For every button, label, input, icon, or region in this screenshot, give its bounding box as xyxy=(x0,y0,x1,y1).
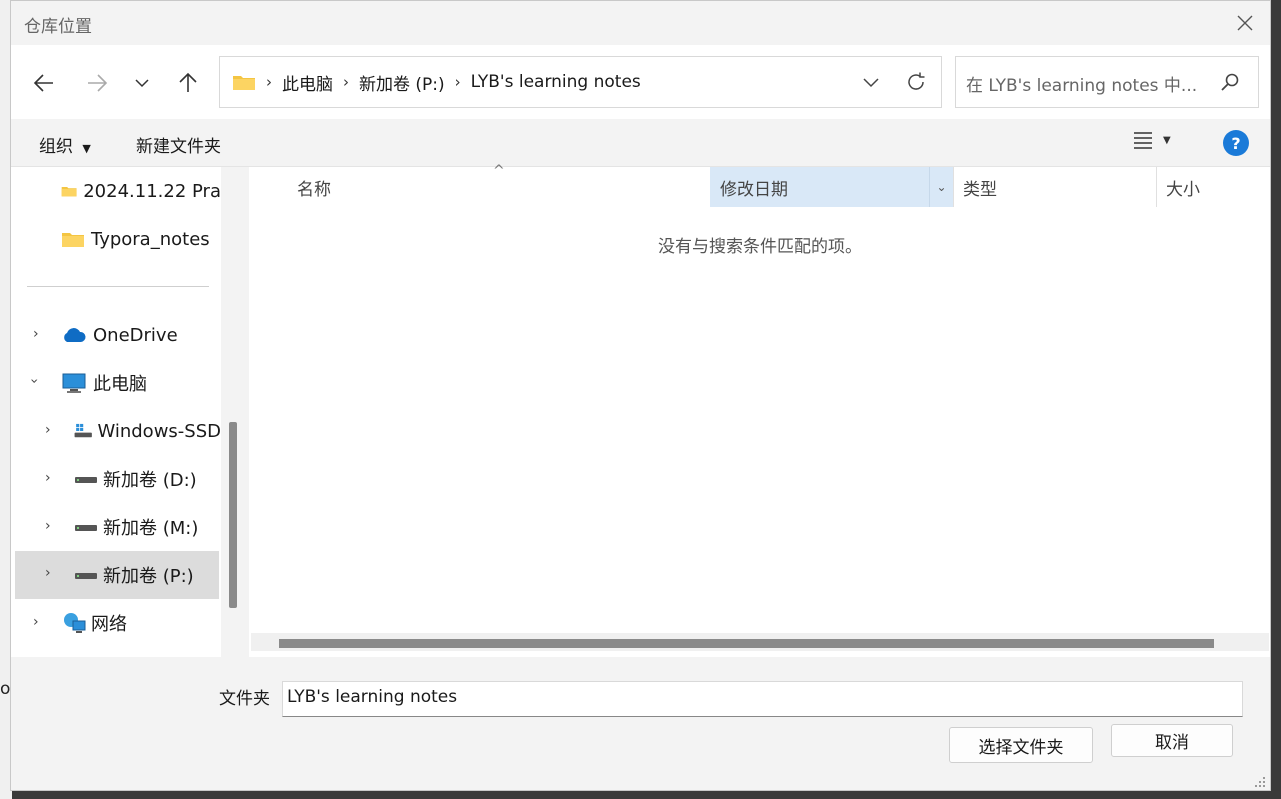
sidebar-item-label: 新加卷 (P:) xyxy=(103,566,194,587)
sidebar-item-label: 网络 xyxy=(91,614,127,635)
arrow-up-icon xyxy=(179,72,197,92)
breadcrumb-current-folder[interactable]: LYB's learning notes xyxy=(471,72,641,92)
address-bar[interactable]: › 此电脑 › 新加卷 (P:) › LYB's learning notes xyxy=(219,56,942,108)
windows-drive-icon xyxy=(74,423,92,438)
organize-menu[interactable]: 组织 ▼ xyxy=(39,132,91,157)
sort-ascending-icon: ^ xyxy=(493,163,505,179)
drive-icon xyxy=(75,573,97,579)
back-button[interactable] xyxy=(26,65,62,101)
background-text: o xyxy=(0,679,11,699)
select-folder-button[interactable]: 选择文件夹 xyxy=(949,727,1093,763)
computer-icon xyxy=(62,373,86,393)
sidebar-item-label: 新加卷 (M:) xyxy=(103,518,199,539)
sidebar-item-label: Typora_notes xyxy=(91,228,210,250)
forward-button[interactable] xyxy=(79,65,115,101)
expand-chevron-icon[interactable]: › xyxy=(45,565,51,581)
search-input[interactable]: 在 LYB's learning notes 中... xyxy=(966,71,1197,96)
file-list-scrollbar[interactable] xyxy=(251,633,1269,651)
column-header-size[interactable]: 大小 xyxy=(1157,167,1270,207)
sidebar-item-this-pc[interactable]: 此电脑 xyxy=(61,361,221,405)
close-button[interactable] xyxy=(1220,1,1270,45)
expand-chevron-icon[interactable]: › xyxy=(45,518,51,534)
expand-chevron-icon[interactable]: › xyxy=(33,326,39,342)
drive-icon xyxy=(75,525,97,531)
collapse-chevron-icon[interactable]: › xyxy=(26,378,42,384)
search-icon[interactable] xyxy=(1220,72,1240,92)
file-list-scrollbar-thumb[interactable] xyxy=(279,639,1214,648)
column-header-label: 名称 xyxy=(297,179,331,200)
folder-name-input[interactable]: LYB's learning notes xyxy=(282,681,1243,717)
expand-chevron-icon[interactable]: › xyxy=(33,614,39,630)
sidebar-item-windows-ssd[interactable]: Windows-SSD xyxy=(73,409,221,453)
column-header-label: 修改日期 xyxy=(720,179,788,200)
search-box[interactable]: 在 LYB's learning notes 中... xyxy=(955,56,1259,108)
empty-state-message: 没有与搜索条件匹配的项。 xyxy=(658,237,862,257)
folder-icon xyxy=(61,186,77,197)
expand-chevron-icon[interactable]: › xyxy=(45,470,51,486)
file-list: 名称 ^ 修改日期 ⌄ 类型 大小 没有与搜索条件匹配的项。 xyxy=(249,163,1270,657)
breadcrumb-this-pc[interactable]: 此电脑 xyxy=(282,70,333,95)
sidebar-item-drive-m[interactable]: 新加卷 (M:) xyxy=(73,505,221,549)
drive-icon xyxy=(75,477,97,483)
breadcrumb-drive-p[interactable]: 新加卷 (P:) xyxy=(359,70,445,95)
cloud-icon xyxy=(64,328,86,342)
arrow-right-icon xyxy=(88,74,108,92)
close-icon xyxy=(1237,15,1253,31)
column-header-label: 类型 xyxy=(963,179,997,200)
sidebar-item-label: OneDrive xyxy=(93,324,178,346)
column-header-name[interactable]: 名称 xyxy=(249,167,709,207)
navigation-bar: › 此电脑 › 新加卷 (P:) › LYB's learning notes … xyxy=(11,45,1270,119)
address-history-dropdown[interactable] xyxy=(861,71,881,97)
sidebar-item-drive-d[interactable]: 新加卷 (D:) xyxy=(73,457,221,501)
new-folder-button[interactable]: 新建文件夹 xyxy=(136,132,221,157)
column-filter-chevron-icon[interactable]: ⌄ xyxy=(929,167,953,207)
sidebar-item-label: 新加卷 (D:) xyxy=(103,470,197,491)
sidebar-item-2024-11-22[interactable]: 2024.11.22 Pra xyxy=(61,169,221,213)
sidebar-item-label: 2024.11.22 Pra xyxy=(83,180,221,202)
sidebar-item-onedrive[interactable]: OneDrive xyxy=(61,313,221,357)
help-button[interactable]: ? xyxy=(1223,130,1249,156)
column-header-date-modified[interactable]: 修改日期 ⌄ xyxy=(710,167,953,207)
dialog-title: 仓库位置 xyxy=(24,17,92,37)
sidebar-item-label: Windows-SSD xyxy=(97,420,221,442)
refresh-icon xyxy=(908,72,925,90)
navigation-pane: 2024.11.22 Pra Typora_notes › OneDrive ›… xyxy=(11,167,221,657)
chevron-down-icon xyxy=(863,78,879,88)
sidebar-item-drive-p[interactable]: › 新加卷 (P:) xyxy=(15,551,219,599)
folder-icon xyxy=(62,233,84,247)
resize-grip-icon[interactable] xyxy=(1254,776,1266,788)
sidebar-item-label: 此电脑 xyxy=(93,374,147,395)
folder-picker-dialog: 仓库位置 › 此电脑 › 新加卷 (P:) › LYB's learning n… xyxy=(10,0,1271,791)
list-view-icon xyxy=(1134,132,1152,149)
organize-label: 组织 xyxy=(39,137,73,157)
sidebar-item-typora-notes[interactable]: Typora_notes xyxy=(61,217,221,261)
caret-down-icon: ▼ xyxy=(82,142,91,155)
sidebar-item-network[interactable]: 网络 xyxy=(61,601,221,645)
sidebar-scrollbar-thumb[interactable] xyxy=(229,422,237,608)
help-icon: ? xyxy=(1231,133,1241,153)
folder-field-label: 文件夹 xyxy=(219,689,270,709)
column-header-type[interactable]: 类型 xyxy=(954,167,1155,207)
cancel-button[interactable]: 取消 xyxy=(1111,724,1233,757)
arrow-left-icon xyxy=(33,74,53,92)
refresh-button[interactable] xyxy=(905,71,927,97)
expand-chevron-icon[interactable]: › xyxy=(45,422,51,438)
title-bar: 仓库位置 xyxy=(11,1,1270,45)
up-button[interactable] xyxy=(170,65,206,101)
recent-locations-button[interactable] xyxy=(124,65,160,101)
dialog-footer: 文件夹 LYB's learning notes 选择文件夹 取消 xyxy=(11,657,1270,790)
sidebar-divider xyxy=(27,286,209,287)
column-header-label: 大小 xyxy=(1166,179,1200,200)
view-options-button[interactable]: ▼ xyxy=(1133,131,1171,149)
folder-icon xyxy=(233,76,255,90)
chevron-down-icon xyxy=(135,79,149,88)
network-icon xyxy=(64,613,86,633)
command-bar: 组织 ▼ 新建文件夹 ▼ ? xyxy=(11,119,1270,167)
caret-down-icon: ▼ xyxy=(1163,134,1171,146)
breadcrumb-separator[interactable]: › xyxy=(455,73,461,91)
breadcrumb-separator[interactable]: › xyxy=(343,73,349,91)
breadcrumb-separator: › xyxy=(266,73,272,91)
